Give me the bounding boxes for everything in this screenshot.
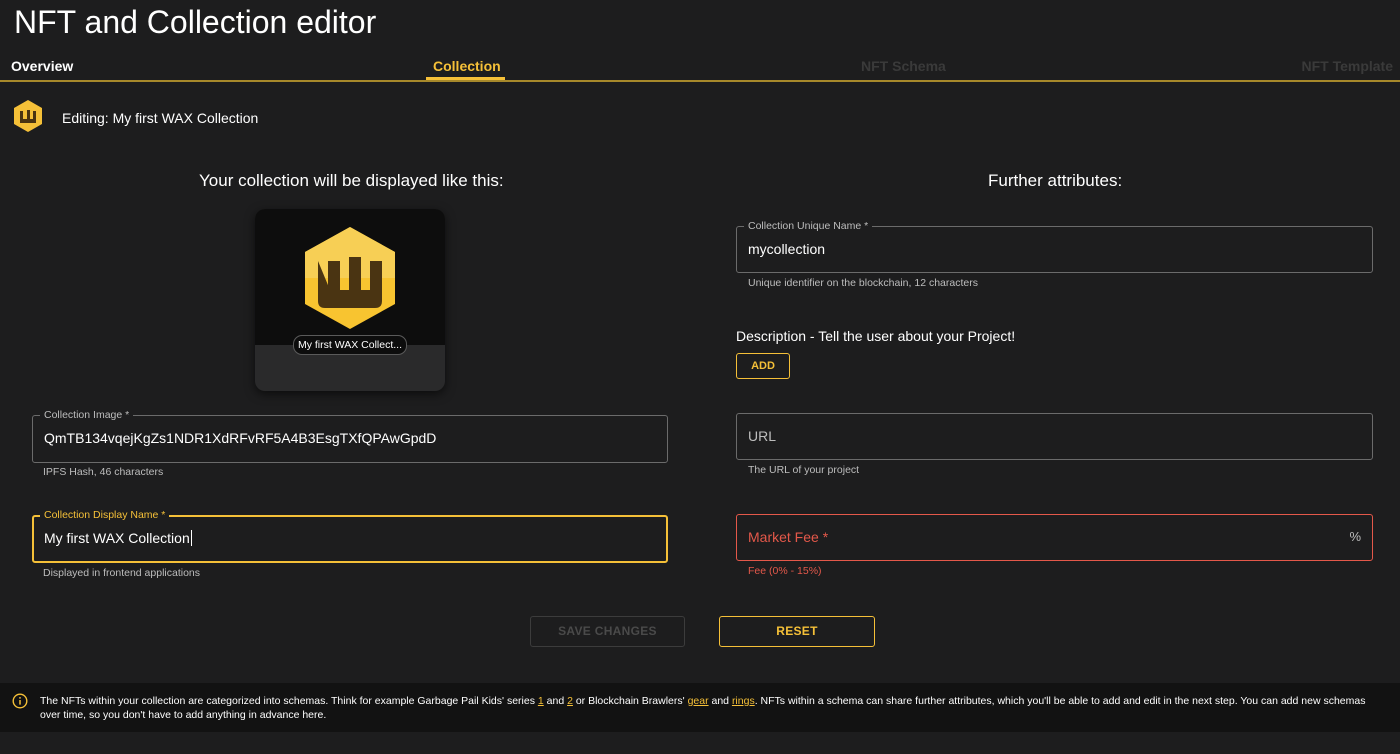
percent-suffix: %: [1349, 529, 1361, 544]
page-title: NFT and Collection editor: [14, 4, 377, 40]
collection-display-name-label: Collection Display Name *: [40, 508, 170, 522]
info-text: The NFTs within your collection are cate…: [40, 695, 1366, 721]
tab-collection[interactable]: Collection: [433, 58, 501, 74]
attributes-heading: Further attributes:: [988, 171, 1123, 190]
collection-logo-icon: [301, 224, 399, 337]
collection-unique-name-helper: Unique identifier on the blockchain, 12 …: [748, 277, 978, 289]
info-icon: [12, 693, 28, 709]
collection-image-field[interactable]: Collection Image * QmTB134vqejKgZs1NDR1X…: [32, 408, 668, 463]
text-caret: [190, 530, 192, 546]
url-helper: The URL of your project: [748, 464, 860, 476]
tab-overview[interactable]: Overview: [11, 58, 73, 74]
reset-button[interactable]: RESET: [719, 616, 875, 647]
wax-logo-icon: [12, 99, 44, 138]
collection-unique-name-value: mycollection: [748, 241, 826, 257]
info-banner: The NFTs within your collection are cate…: [0, 683, 1400, 732]
active-tab-indicator: [426, 77, 505, 80]
collection-image-helper: IPFS Hash, 46 characters: [43, 466, 164, 478]
collection-display-name-value: My first WAX Collection: [44, 530, 192, 546]
preview-heading: Your collection will be displayed like t…: [199, 171, 504, 190]
editing-label: Editing: My first WAX Collection: [62, 110, 259, 126]
url-placeholder: URL: [748, 428, 777, 444]
tab-nft-schema[interactable]: NFT Schema: [861, 58, 946, 74]
collection-image-value: QmTB134vqejKgZs1NDR1XdRFvRF5A4B3EsgTXfQP…: [44, 430, 437, 446]
tab-nft-template[interactable]: NFT Template: [1301, 58, 1393, 74]
link-gear[interactable]: gear: [688, 695, 709, 707]
collection-name-chip: My first WAX Collect...: [293, 335, 407, 355]
collection-display-name-field[interactable]: Collection Display Name * My first WAX C…: [32, 508, 668, 563]
market-fee-field[interactable]: Market Fee * %: [736, 514, 1373, 561]
url-field[interactable]: URL: [736, 413, 1373, 460]
preview-image-area: [255, 209, 445, 345]
editing-header: Editing: My first WAX Collection: [12, 99, 259, 138]
save-changes-button[interactable]: SAVE CHANGES: [530, 616, 685, 647]
collection-unique-name-label: Collection Unique Name *: [744, 219, 873, 233]
market-fee-helper: Fee (0% - 15%): [748, 565, 822, 577]
collection-unique-name-field[interactable]: Collection Unique Name * mycollection: [736, 219, 1373, 273]
description-label: Description - Tell the user about your P…: [736, 328, 1016, 344]
collection-preview-card[interactable]: My first WAX Collect...: [255, 209, 445, 391]
tab-bar: Overview Collection NFT Schema NFT Templ…: [0, 52, 1400, 82]
collection-image-label: Collection Image *: [40, 408, 134, 422]
market-fee-placeholder: Market Fee *: [748, 529, 829, 545]
collection-display-name-helper: Displayed in frontend applications: [43, 567, 201, 579]
add-description-button[interactable]: ADD: [736, 353, 790, 379]
link-rings[interactable]: rings: [732, 695, 755, 707]
